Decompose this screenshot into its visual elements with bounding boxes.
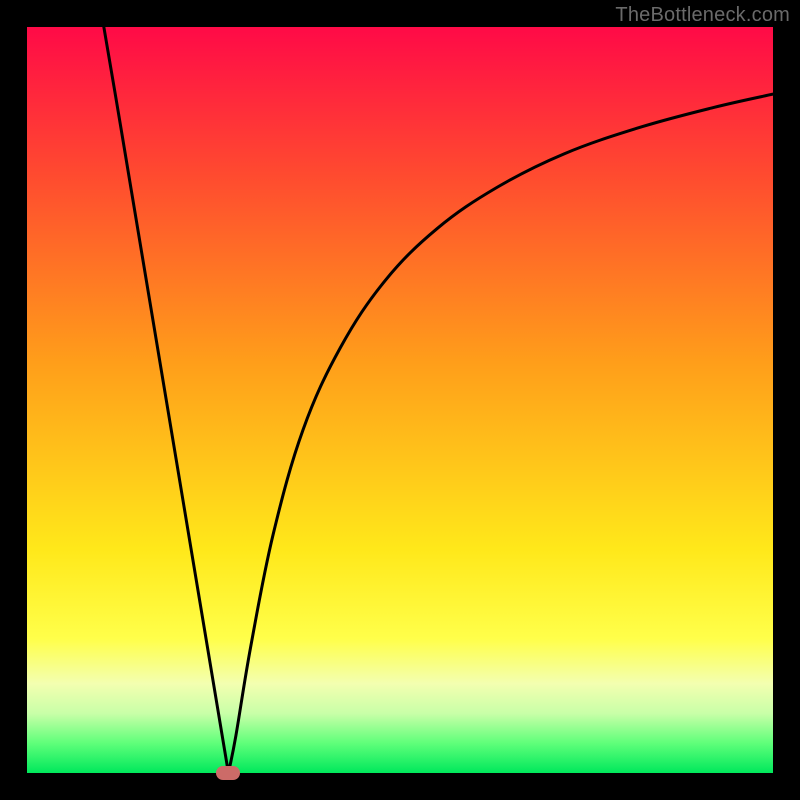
gradient-background [27, 27, 773, 773]
plot-frame [27, 27, 773, 773]
optimum-marker [216, 766, 240, 780]
attribution-text: TheBottleneck.com [615, 4, 790, 27]
bottleneck-chart [27, 27, 773, 773]
